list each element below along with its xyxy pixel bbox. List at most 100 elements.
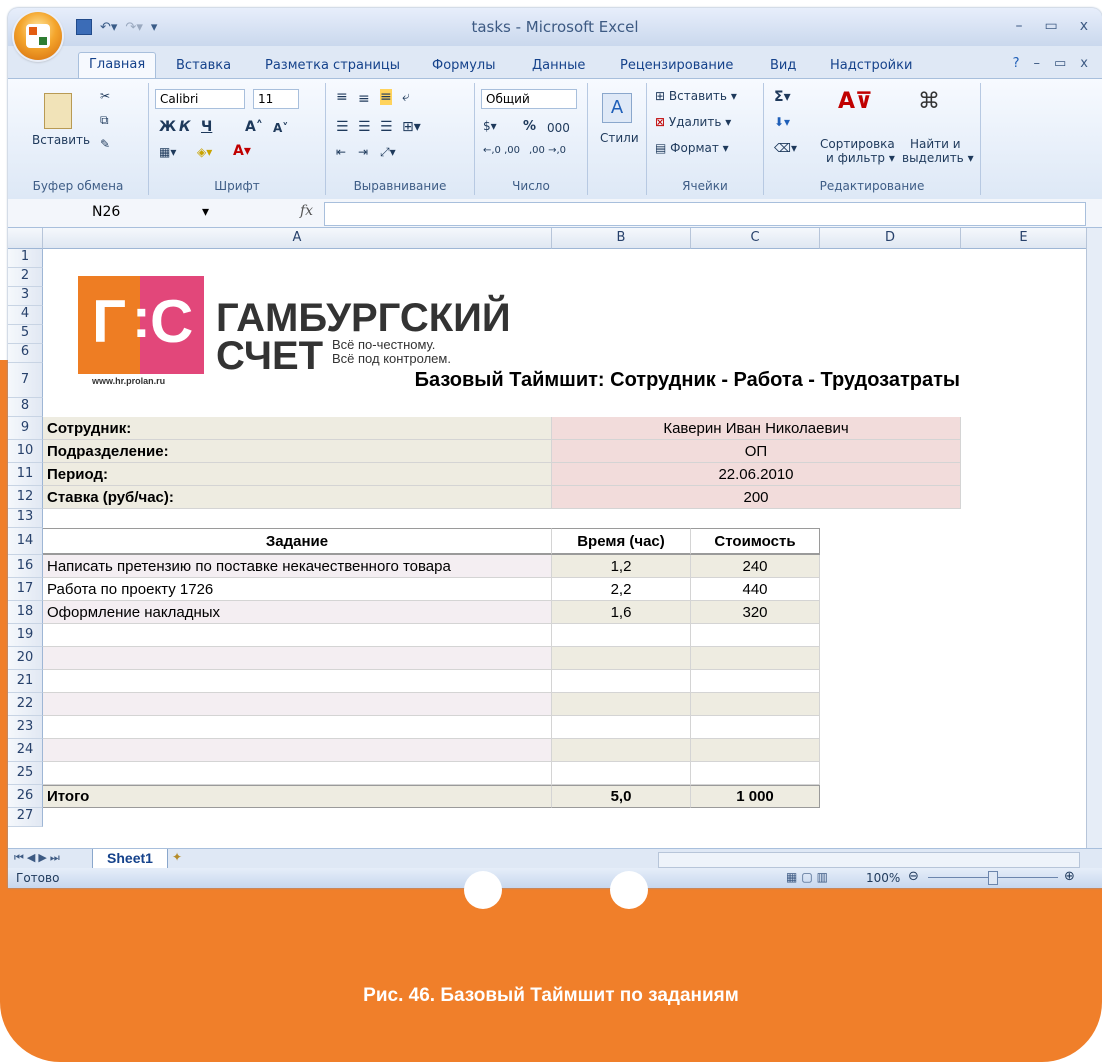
wrap-text-icon[interactable]: ⤶ — [402, 89, 410, 105]
total-cost[interactable]: 1 000 — [691, 785, 820, 808]
align-right-icon[interactable]: ☰ — [380, 119, 393, 135]
row-header[interactable]: 23 — [8, 716, 43, 739]
table-header-task[interactable]: Задание — [43, 528, 552, 555]
ribbon-close-icon[interactable]: x — [1080, 56, 1088, 71]
office-button[interactable] — [14, 12, 62, 60]
row-header[interactable]: 24 — [8, 739, 43, 762]
fill-color-icon[interactable]: ◈▾ — [197, 145, 212, 159]
increase-font-icon[interactable]: A˄ — [245, 119, 263, 135]
empty-cell[interactable] — [43, 624, 552, 647]
percent-button[interactable]: % — [523, 119, 536, 134]
zoom-out-icon[interactable]: ⊖ — [908, 869, 919, 884]
select-all-corner[interactable] — [8, 228, 43, 249]
decrease-indent-icon[interactable]: ⇤ — [336, 145, 346, 159]
tab-home[interactable]: Главная — [78, 52, 157, 78]
function-icon[interactable]: fx — [300, 203, 313, 219]
row-header[interactable]: 10 — [8, 440, 43, 463]
tab-data[interactable]: Данные — [532, 58, 585, 73]
delete-cells-button[interactable]: ⊠ Удалить ▾ — [655, 115, 731, 129]
table-cell-time[interactable]: 2,2 — [552, 578, 691, 601]
row-header[interactable]: 2 — [8, 268, 43, 287]
minimize-icon[interactable]: – — [1015, 18, 1022, 34]
cut-icon[interactable]: ✂ — [100, 89, 110, 103]
align-top-icon[interactable]: ≡ — [336, 89, 348, 105]
styles-button[interactable]: Стили — [600, 131, 639, 145]
empty-cell[interactable] — [552, 647, 691, 670]
total-label[interactable]: Итого — [43, 785, 552, 808]
font-name-select[interactable]: Calibri — [155, 89, 245, 109]
row-header[interactable]: 21 — [8, 670, 43, 693]
empty-cell[interactable] — [552, 762, 691, 785]
empty-cell[interactable] — [43, 693, 552, 716]
row-header[interactable]: 18 — [8, 601, 43, 624]
number-format-select[interactable]: Общий — [481, 89, 577, 109]
horizontal-scrollbar[interactable] — [658, 852, 1080, 868]
copy-icon[interactable]: ⧉ — [100, 113, 109, 128]
decrease-font-icon[interactable]: A˅ — [273, 121, 288, 135]
empty-cell[interactable] — [552, 716, 691, 739]
align-left-icon[interactable]: ☰ — [336, 119, 349, 135]
row-header[interactable]: 16 — [8, 555, 43, 578]
sort-filter-button[interactable]: Сортировка и фильтр ▾ — [820, 137, 895, 165]
underline-button[interactable]: Ч — [201, 119, 212, 135]
table-cell-time[interactable]: 1,2 — [552, 555, 691, 578]
bold-button[interactable]: Ж — [159, 119, 176, 135]
column-header-c[interactable]: C — [691, 228, 820, 249]
tab-review[interactable]: Рецензирование — [620, 58, 733, 73]
formula-input[interactable] — [324, 202, 1086, 226]
row-header[interactable]: 19 — [8, 624, 43, 647]
format-painter-icon[interactable]: ✎ — [100, 137, 110, 151]
table-cell-task[interactable]: Работа по проекту 1726 — [43, 578, 552, 601]
column-header-b[interactable]: B — [552, 228, 691, 249]
font-size-select[interactable]: 11 — [253, 89, 299, 109]
table-cell-time[interactable]: 1,6 — [552, 601, 691, 624]
tab-insert[interactable]: Вставка — [176, 58, 231, 73]
table-header-time[interactable]: Время (час) — [552, 528, 691, 555]
thousands-button[interactable]: 000 — [547, 121, 570, 135]
merge-center-icon[interactable]: ⊞▾ — [402, 119, 421, 135]
column-header-a[interactable]: A — [43, 228, 552, 249]
italic-button[interactable]: К — [179, 119, 190, 135]
info-value-period[interactable]: 22.06.2010 — [552, 463, 961, 486]
autosum-icon[interactable]: Σ▾ — [774, 89, 791, 105]
sheet-tab-sheet1[interactable]: Sheet1 — [92, 849, 168, 869]
row-header[interactable]: 8 — [8, 398, 43, 417]
empty-cell[interactable] — [552, 693, 691, 716]
insert-cells-button[interactable]: ⊞ Вставить ▾ — [655, 89, 737, 103]
table-cell-cost[interactable]: 320 — [691, 601, 820, 624]
name-box-dropdown-icon[interactable]: ▾ — [202, 204, 209, 220]
format-cells-button[interactable]: ▤ Формат ▾ — [655, 141, 729, 155]
row-header[interactable]: 4 — [8, 306, 43, 325]
row-header[interactable]: 6 — [8, 344, 43, 363]
empty-cell[interactable] — [43, 716, 552, 739]
row-header[interactable]: 22 — [8, 693, 43, 716]
name-box[interactable]: N26 ▾ — [16, 202, 216, 224]
empty-cell[interactable] — [43, 739, 552, 762]
table-header-cost[interactable]: Стоимость — [691, 528, 820, 555]
empty-cell[interactable] — [691, 762, 820, 785]
clear-icon[interactable]: ⌫▾ — [774, 141, 797, 155]
column-header-d[interactable]: D — [820, 228, 961, 249]
empty-cell[interactable] — [43, 762, 552, 785]
info-label-department[interactable]: Подразделение: — [43, 440, 552, 463]
row-header[interactable]: 9 — [8, 417, 43, 440]
row-header[interactable]: 3 — [8, 287, 43, 306]
empty-cell[interactable] — [552, 670, 691, 693]
row-header[interactable]: 17 — [8, 578, 43, 601]
info-value-employee[interactable]: Каверин Иван Николаевич — [552, 417, 961, 440]
empty-cell[interactable] — [691, 693, 820, 716]
empty-cell[interactable] — [43, 670, 552, 693]
empty-cell[interactable] — [691, 739, 820, 762]
row-header[interactable]: 25 — [8, 762, 43, 785]
increase-decimal-button[interactable]: ←,0 ,00 — [483, 145, 520, 156]
info-label-period[interactable]: Период: — [43, 463, 552, 486]
table-cell-task[interactable]: Написать претензию по поставке некачеств… — [43, 555, 552, 578]
align-bottom-icon[interactable]: ≡ — [380, 89, 392, 105]
info-label-rate[interactable]: Ставка (руб/час): — [43, 486, 552, 509]
view-buttons[interactable]: ▦▢▥ — [786, 870, 832, 884]
row-header[interactable]: 27 — [8, 808, 43, 827]
info-value-department[interactable]: ОП — [552, 440, 961, 463]
row-header[interactable]: 11 — [8, 463, 43, 486]
row-header[interactable]: 13 — [8, 509, 43, 528]
tab-page-layout[interactable]: Разметка страницы — [265, 58, 400, 73]
